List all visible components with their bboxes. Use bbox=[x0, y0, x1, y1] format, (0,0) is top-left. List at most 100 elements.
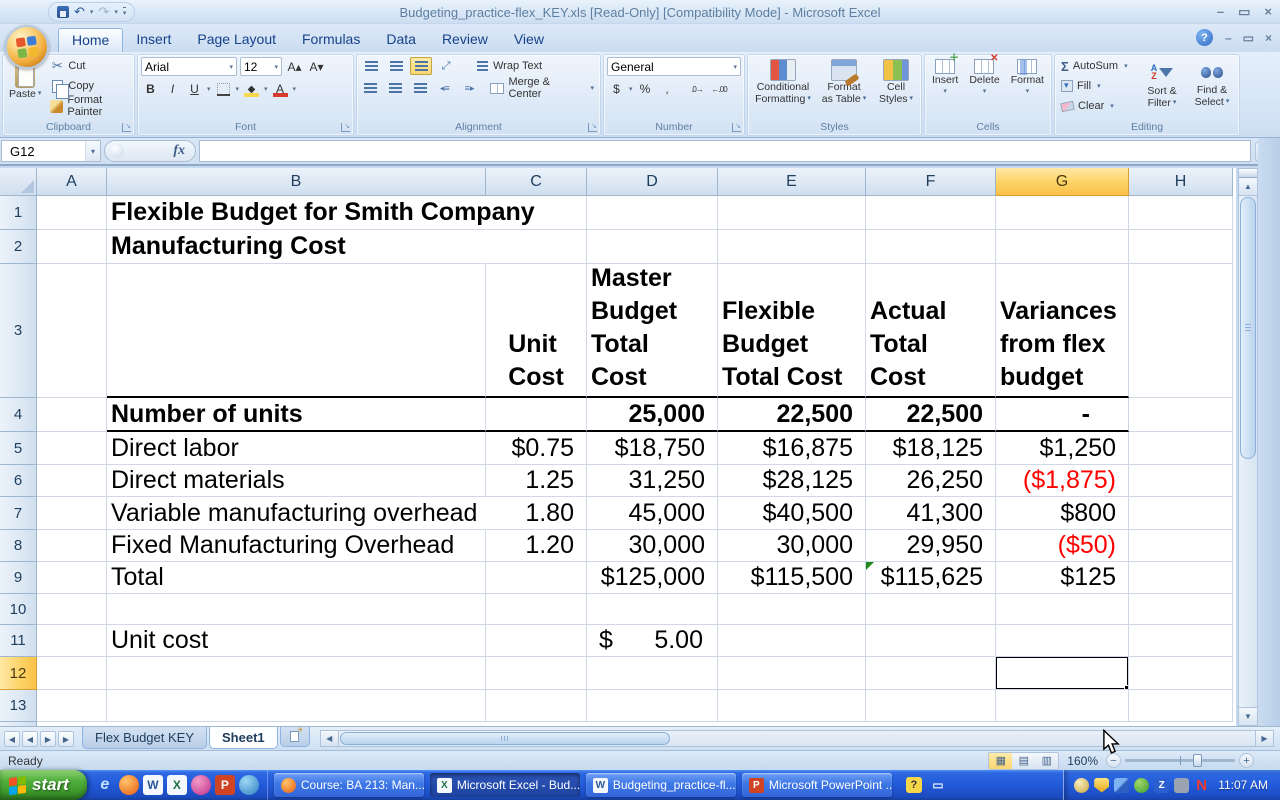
cell-B3[interactable] bbox=[107, 264, 486, 398]
column-header-A[interactable]: A bbox=[37, 168, 107, 196]
page-break-view-button[interactable]: ▥ bbox=[1035, 752, 1059, 769]
cell-H3[interactable] bbox=[1129, 264, 1233, 398]
cell-F4[interactable]: 22,500 bbox=[866, 398, 996, 432]
orientation-button[interactable]: ⤢ bbox=[435, 57, 457, 75]
clear-button[interactable]: Clear bbox=[1058, 97, 1136, 115]
last-sheet-button[interactable]: ▶ bbox=[58, 731, 74, 747]
zoom-level[interactable]: 160% bbox=[1067, 754, 1098, 768]
cell-C10[interactable] bbox=[486, 594, 587, 625]
cell-H4[interactable] bbox=[1129, 398, 1233, 432]
row-header-4[interactable]: 4 bbox=[0, 398, 37, 432]
cell-F2[interactable] bbox=[866, 230, 996, 264]
increase-decimal-button[interactable]: .0→ bbox=[688, 80, 707, 98]
quicklaunch-messenger-icon[interactable] bbox=[238, 775, 259, 795]
merge-center-button[interactable]: Merge & Center bbox=[487, 76, 597, 100]
font-color-dropdown-icon[interactable]: ▾ bbox=[293, 85, 297, 93]
shrink-font-button[interactable]: A▾ bbox=[307, 58, 326, 76]
cell-C7[interactable]: 1.80 bbox=[486, 497, 587, 530]
tab-data[interactable]: Data bbox=[373, 28, 429, 52]
underline-dropdown-icon[interactable]: ▾ bbox=[207, 85, 211, 93]
cell-C4[interactable] bbox=[486, 398, 587, 432]
find-select-button[interactable]: Find & Select bbox=[1188, 57, 1236, 110]
cell-D10[interactable] bbox=[587, 594, 718, 625]
cell-E1[interactable] bbox=[718, 196, 866, 230]
workbook-minimize-button[interactable]: – bbox=[1225, 31, 1232, 45]
cell-H2[interactable] bbox=[1129, 230, 1233, 264]
decrease-indent-button[interactable]: ◂≡ bbox=[434, 79, 456, 97]
increase-indent-button[interactable]: ≡▸ bbox=[459, 79, 481, 97]
cell-E6[interactable]: $28,125 bbox=[718, 465, 866, 497]
cell-B6[interactable]: Direct materials bbox=[107, 465, 486, 497]
cell-D4[interactable]: 25,000 bbox=[587, 398, 718, 432]
tray-shield-icon[interactable] bbox=[1094, 777, 1110, 793]
cell-G9[interactable]: $125 bbox=[996, 562, 1129, 594]
alignment-dialog-launcher[interactable]: ↘ bbox=[588, 123, 597, 132]
cell-G13[interactable] bbox=[996, 690, 1129, 722]
cell-H1[interactable] bbox=[1129, 196, 1233, 230]
percent-style-button[interactable]: % bbox=[636, 80, 655, 98]
sheet-tab-flex-budget-key[interactable]: Flex Budget KEY bbox=[82, 727, 207, 749]
row-header-11[interactable]: 11 bbox=[0, 625, 37, 657]
align-top-button[interactable] bbox=[360, 57, 382, 75]
row-header-3[interactable]: 3 bbox=[0, 264, 37, 398]
cell-E10[interactable] bbox=[718, 594, 866, 625]
cell-E4[interactable]: 22,500 bbox=[718, 398, 866, 432]
format-as-table-button[interactable]: Format as Table bbox=[818, 57, 870, 107]
tray-utility-icon[interactable] bbox=[1174, 777, 1190, 793]
row-header-8[interactable]: 8 bbox=[0, 530, 37, 562]
align-bottom-button[interactable] bbox=[410, 57, 432, 75]
insert-cells-button[interactable]: Insert▾ bbox=[929, 53, 961, 100]
taskbar-button-powerpoint[interactable]: P Microsoft PowerPoint ... bbox=[741, 773, 892, 797]
cell-G6[interactable]: ($1,875) bbox=[996, 465, 1129, 497]
cell-G12[interactable] bbox=[996, 657, 1129, 690]
cell-C11[interactable] bbox=[486, 625, 587, 657]
cell-F3[interactable]: Actual Total Cost bbox=[866, 264, 996, 398]
scroll-right-button[interactable]: ▶ bbox=[1255, 731, 1273, 746]
tray-program-icon[interactable] bbox=[1114, 777, 1130, 793]
close-button[interactable]: × bbox=[1264, 4, 1272, 20]
cell-F13[interactable] bbox=[866, 690, 996, 722]
office-button[interactable] bbox=[5, 25, 49, 69]
cell-B11[interactable]: Unit cost bbox=[107, 625, 486, 657]
tray-antivirus-icon[interactable] bbox=[1134, 777, 1150, 793]
tray-n-icon[interactable]: N bbox=[1194, 777, 1209, 794]
cell-A12[interactable] bbox=[37, 657, 107, 690]
cell-E2[interactable] bbox=[718, 230, 866, 264]
cell-B7[interactable]: Variable manufacturing overhead bbox=[107, 497, 486, 530]
cell-A10[interactable] bbox=[37, 594, 107, 625]
cell-C6[interactable]: 1.25 bbox=[486, 465, 587, 497]
cell-A4[interactable] bbox=[37, 398, 107, 432]
cell-G4[interactable]: - bbox=[996, 398, 1129, 432]
cell-F6[interactable]: 26,250 bbox=[866, 465, 996, 497]
cell-A13[interactable] bbox=[37, 690, 107, 722]
cell-G8[interactable]: ($50) bbox=[996, 530, 1129, 562]
column-header-C[interactable]: C bbox=[486, 168, 587, 196]
quicklaunch-word-icon[interactable]: W bbox=[142, 775, 163, 795]
decrease-decimal-button[interactable]: ←.00 bbox=[710, 80, 729, 98]
cell-D6[interactable]: 31,250 bbox=[587, 465, 718, 497]
cell-styles-button[interactable]: Cell Styles bbox=[873, 57, 919, 107]
first-sheet-button[interactable]: ◀ bbox=[4, 731, 20, 747]
quicklaunch-firefox-icon[interactable] bbox=[118, 775, 139, 795]
cell-E12[interactable] bbox=[718, 657, 866, 690]
cell-H10[interactable] bbox=[1129, 594, 1233, 625]
cell-B4[interactable]: Number of units bbox=[107, 398, 486, 432]
align-left-button[interactable] bbox=[360, 79, 382, 97]
cell-E7[interactable]: $40,500 bbox=[718, 497, 866, 530]
comma-style-button[interactable]: , bbox=[658, 80, 677, 98]
cell-D7[interactable]: 45,000 bbox=[587, 497, 718, 530]
cell-H12[interactable] bbox=[1129, 657, 1233, 690]
row-header-2[interactable]: 2 bbox=[0, 230, 37, 264]
previous-sheet-button[interactable]: ◀ bbox=[22, 731, 38, 747]
scroll-left-button[interactable]: ◀ bbox=[320, 731, 339, 746]
tab-review[interactable]: Review bbox=[429, 28, 501, 52]
display-settings-icon[interactable]: ▭ bbox=[930, 777, 946, 793]
font-name-select[interactable]: Arial ▾ bbox=[141, 57, 237, 76]
tab-page-layout[interactable]: Page Layout bbox=[184, 28, 289, 52]
cell-C9[interactable] bbox=[486, 562, 587, 594]
next-sheet-button[interactable]: ▶ bbox=[40, 731, 56, 747]
help-notification-icon[interactable]: ? bbox=[905, 777, 922, 793]
tray-z-icon[interactable]: Z bbox=[1154, 777, 1170, 793]
number-dialog-launcher[interactable]: ↘ bbox=[732, 123, 741, 132]
cell-A8[interactable] bbox=[37, 530, 107, 562]
